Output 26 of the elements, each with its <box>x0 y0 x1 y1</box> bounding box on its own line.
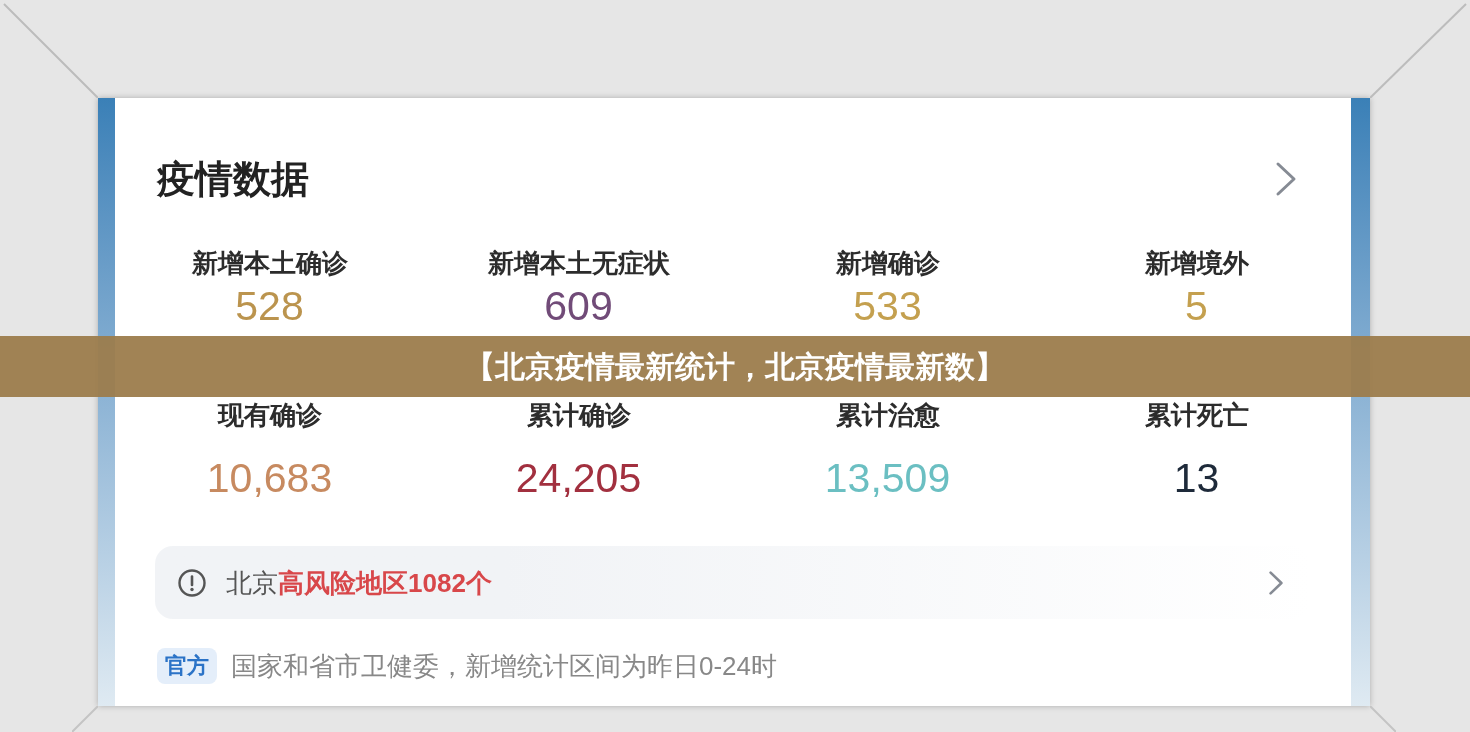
stat-label: 累计确诊 <box>526 399 631 432</box>
card-title: 疫情数据 <box>157 157 309 202</box>
stat-label: 累计治愈 <box>835 399 940 432</box>
stat-value: 10,683 <box>206 454 333 502</box>
chevron-right-icon[interactable] <box>1268 569 1284 596</box>
stat-label: 新增本土确诊 <box>191 247 348 280</box>
stat-label: 新增确诊 <box>835 247 940 280</box>
stat-value: 24,205 <box>515 454 642 502</box>
frame-corner-line <box>1370 706 1396 732</box>
source-tag: 官方 <box>157 648 217 684</box>
stat-value: 533 <box>853 284 922 328</box>
stat-value: 13,509 <box>824 454 951 502</box>
frame-corner-line <box>72 706 98 732</box>
stat-label: 新增境外 <box>1144 247 1249 280</box>
stat-value: 13 <box>1173 454 1220 502</box>
info-icon <box>178 568 206 597</box>
stat-label: 新增本土无症状 <box>487 247 670 280</box>
alert-text: 北京高风险地区1082个 <box>226 566 493 600</box>
stat-value: 609 <box>544 284 613 328</box>
stat-value: 5 <box>1185 284 1208 328</box>
banner-title: 【北京疫情最新统计，北京疫情最新数】 <box>465 348 1005 385</box>
stat-value: 528 <box>235 284 304 328</box>
stat-label: 现有确诊 <box>217 399 322 432</box>
chevron-right-icon[interactable] <box>1275 161 1297 197</box>
stat-label: 累计死亡 <box>1144 399 1249 432</box>
source-note: 国家和省市卫健委，新增统计区间为昨日0-24时 <box>231 650 778 683</box>
